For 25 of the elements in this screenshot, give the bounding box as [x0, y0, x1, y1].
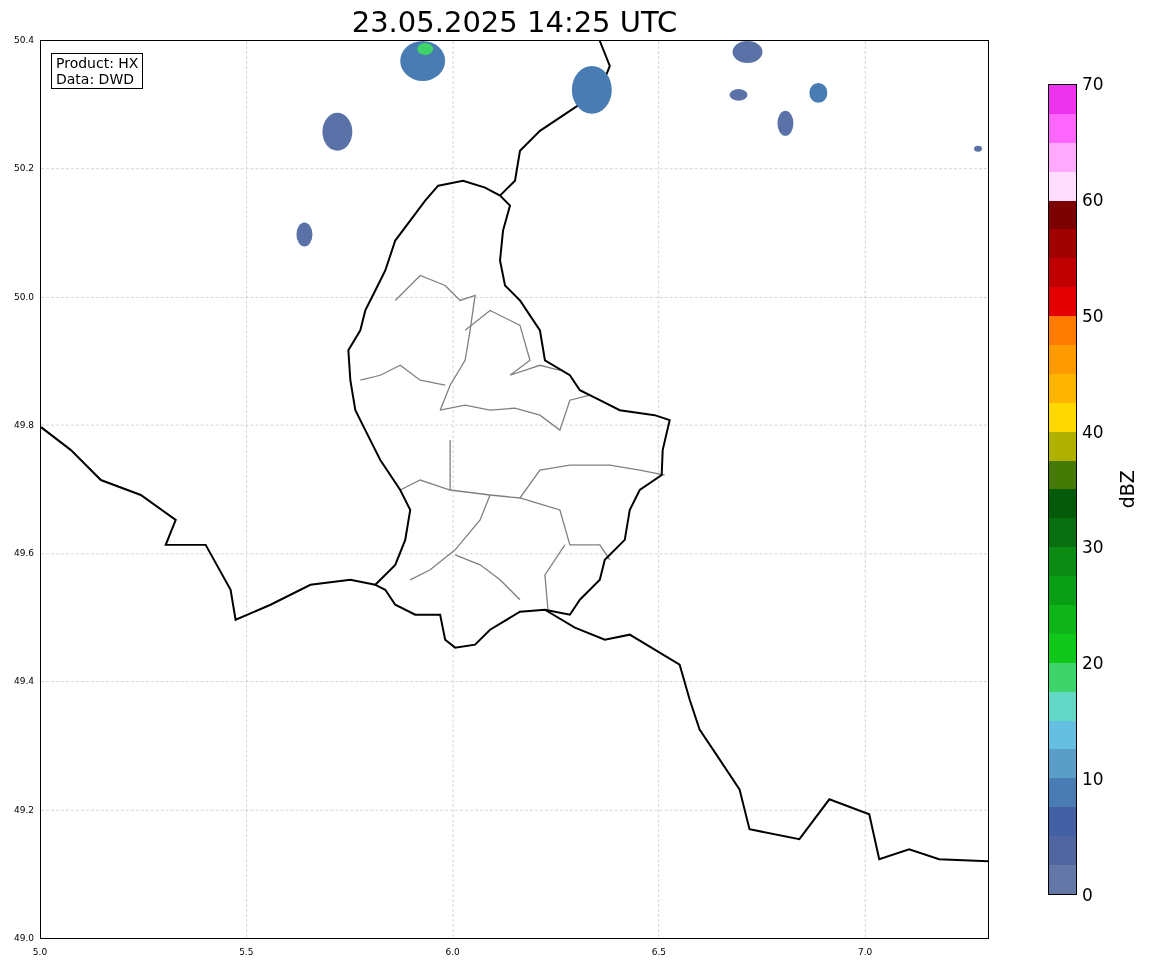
y-tick-label: 50.4: [13, 35, 34, 46]
colorbar-tick-label: 10: [1082, 769, 1104, 790]
y-tick-label: 50.0: [13, 291, 34, 303]
colorbar-tick-label: 60: [1082, 189, 1104, 210]
y-tick-label: 49.4: [13, 676, 34, 688]
x-tick-label: 7.0: [858, 947, 873, 958]
x-tick-label: 5.5: [239, 947, 254, 958]
chart-title: 23.05.2025 14:25 UTC: [351, 4, 678, 40]
x-tick-label: 5.0: [32, 947, 48, 958]
colorbar-tick-label: 50: [1082, 305, 1104, 326]
y-tick-label: 49.6: [13, 548, 34, 560]
colorbar-tick-label: 40: [1082, 421, 1104, 442]
info-text: Product: HX: [56, 55, 139, 71]
colorbar-tick-label: 0: [1082, 884, 1094, 905]
x-tick-label: 6.0: [445, 947, 460, 958]
y-tick-label: 49.2: [13, 804, 34, 816]
colorbar-tick-label: 70: [1082, 74, 1104, 94]
y-tick-label: 49.8: [13, 419, 34, 431]
colorbar-tick-label: 30: [1082, 537, 1104, 558]
colorbar-label: dBZ: [1114, 470, 1139, 509]
colorbar-tick-label: 20: [1082, 653, 1104, 674]
x-tick-label: 6.5: [651, 947, 667, 958]
y-tick-label: 50.2: [13, 163, 34, 175]
y-tick-label: 49.0: [13, 932, 34, 944]
info-text: Data: DWD: [56, 71, 135, 87]
